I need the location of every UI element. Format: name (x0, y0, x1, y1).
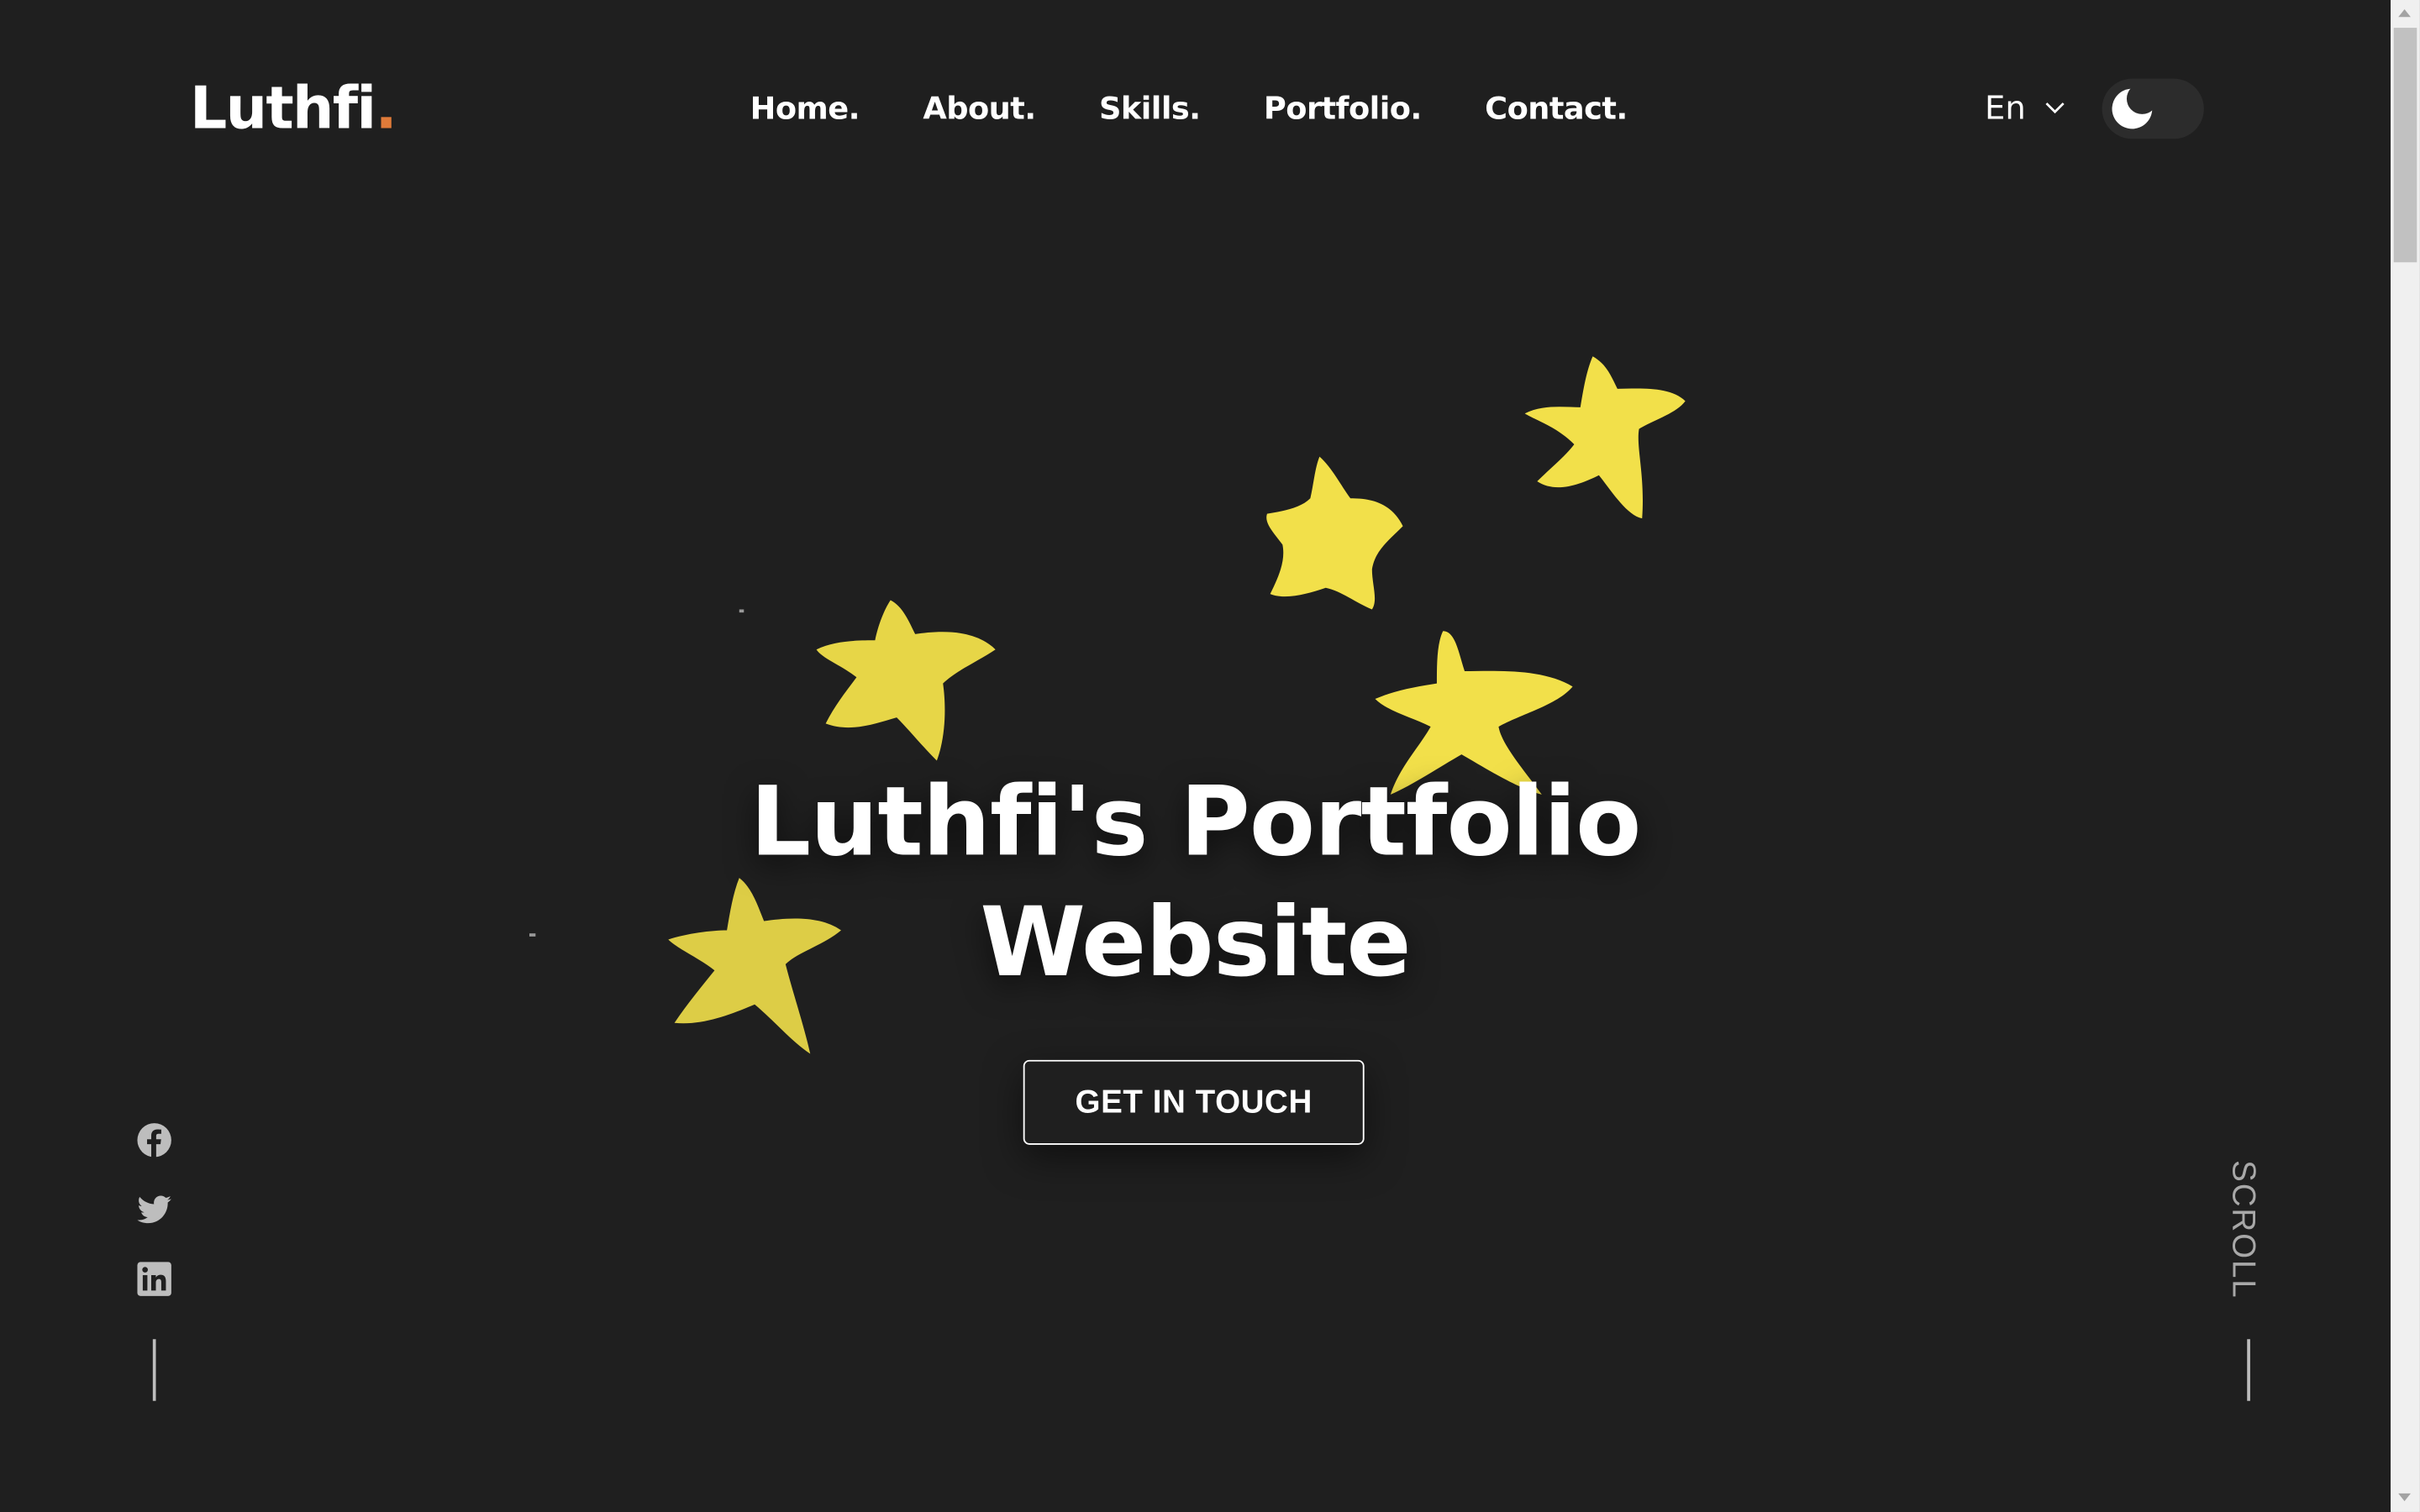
star-decoration (816, 600, 996, 761)
brand-name: Luthfi (189, 74, 376, 142)
hero-title-line-1: Luthfi's Portfolio (750, 765, 1642, 879)
nav-item-skills[interactable]: Skills. (1099, 87, 1201, 129)
star-decoration (1266, 456, 1403, 610)
theme-toggle[interactable] (2102, 78, 2204, 139)
facebook-link[interactable] (136, 1121, 173, 1158)
language-select[interactable]: En (1985, 87, 2065, 129)
chevron-down-icon (2044, 102, 2064, 114)
nav-item-about[interactable]: About. (923, 87, 1036, 129)
brand-logo[interactable]: Luthfi. (189, 74, 397, 142)
hero-title: Luthfi's Portfolio Website (0, 762, 2391, 1003)
scrollbar-thumb[interactable] (2393, 28, 2417, 263)
page-scrollbar[interactable] (2391, 0, 2420, 1512)
linkedin-link[interactable] (136, 1261, 173, 1298)
twitter-link[interactable] (136, 1191, 173, 1228)
social-divider (152, 1339, 156, 1401)
star-decoration (1524, 356, 1686, 519)
moon-icon (2112, 88, 2153, 129)
hero-title-line-2: Website (980, 885, 1411, 999)
nav-item-portfolio[interactable]: Portfolio. (1264, 87, 1422, 129)
scroll-label: SCROLL (2225, 1160, 2261, 1299)
linkedin-icon (137, 1262, 171, 1296)
language-value: En (1984, 89, 2026, 127)
nav-item-contact[interactable]: Contact. (1485, 87, 1628, 129)
scroll-divider (2247, 1339, 2250, 1401)
get-in-touch-button[interactable]: GET IN TOUCH (1023, 1059, 1365, 1145)
scroll-down-arrow-icon[interactable] (2398, 1493, 2411, 1502)
page: Luthfi. Home. About. Skills. Portfolio. … (0, 0, 2420, 1512)
twitter-icon (137, 1195, 171, 1224)
speck-decoration (739, 609, 744, 613)
main-nav: Home. About. Skills. Portfolio. Contact. (750, 87, 1628, 129)
facebook-icon (137, 1123, 171, 1158)
brand-dot: . (375, 74, 397, 142)
scroll-up-arrow-icon[interactable] (2398, 9, 2411, 18)
nav-item-home[interactable]: Home. (750, 87, 860, 129)
